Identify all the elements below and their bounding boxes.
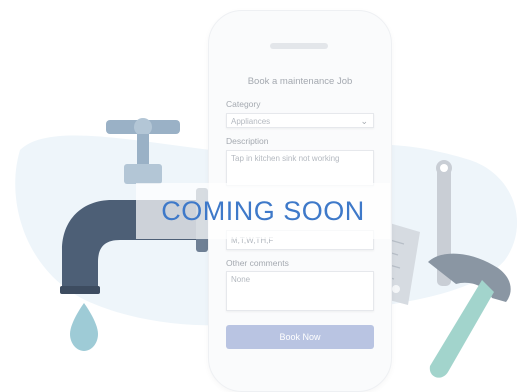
description-field[interactable]: Tap in kitchen sink not working	[226, 150, 374, 186]
book-now-button[interactable]: Book Now	[226, 325, 374, 349]
chevron-down-icon: ⌄	[360, 116, 368, 126]
comments-label: Other comments	[226, 258, 289, 268]
comments-field[interactable]: None	[226, 271, 374, 311]
description-field-value: Tap in kitchen sink not working	[231, 154, 340, 163]
comments-field-value: None	[231, 275, 251, 284]
water-drop-icon	[70, 303, 98, 351]
description-label: Description	[226, 136, 269, 146]
category-label: Category	[226, 99, 261, 109]
category-select[interactable]: Appliances ⌄	[226, 113, 374, 128]
form-title: Book a maintenance Job	[247, 76, 353, 87]
category-select-value: Appliances	[231, 117, 271, 126]
coming-soon-text: COMING SOON	[161, 196, 365, 226]
phone-speaker	[270, 43, 328, 49]
